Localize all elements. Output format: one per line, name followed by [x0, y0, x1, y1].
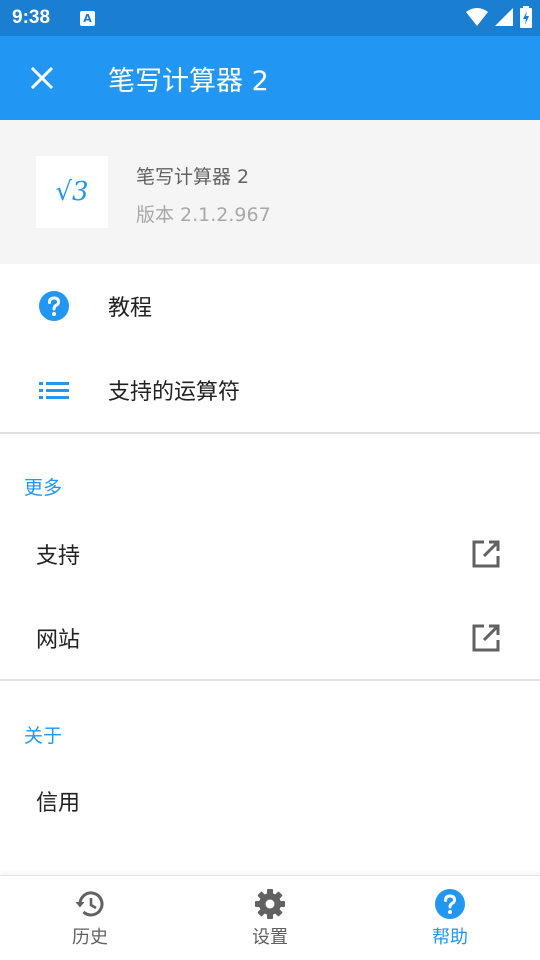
open-in-new-icon: [472, 540, 500, 568]
close-icon: [30, 66, 54, 90]
list-item-tutorial[interactable]: 教程: [0, 264, 540, 348]
list-item-label: 支持的运算符: [108, 380, 241, 405]
gear-icon: [253, 887, 287, 921]
signal-icon: [495, 8, 513, 26]
history-icon: [73, 887, 107, 921]
nav-label: 设置: [252, 927, 288, 948]
close-button[interactable]: [12, 48, 72, 108]
list-item-website[interactable]: 网站: [0, 596, 540, 680]
list-item-credits[interactable]: 信用: [0, 759, 540, 843]
list-item-label: 信用: [36, 791, 81, 816]
list-item-label: 教程: [108, 296, 153, 321]
wifi-icon: [466, 8, 488, 26]
status-indicators: [466, 6, 532, 28]
help-circle-icon: [37, 289, 71, 323]
divider: [0, 679, 540, 681]
nav-label: 帮助: [432, 927, 468, 948]
list-icon: [37, 373, 71, 407]
open-in-new-icon: [472, 624, 500, 652]
nav-history[interactable]: 历史: [0, 876, 180, 960]
list-item-operators[interactable]: 支持的运算符: [0, 348, 540, 432]
nav-help[interactable]: 帮助: [360, 876, 540, 960]
nav-settings[interactable]: 设置: [180, 876, 360, 960]
app-bar: 笔写计算器 2: [0, 36, 540, 120]
app-name: 笔写计算器 2: [136, 166, 250, 188]
battery-icon: [520, 6, 532, 28]
list-item-label: 网站: [36, 628, 81, 653]
status-time: 9:38: [12, 7, 51, 28]
section-title-more: 更多: [24, 477, 63, 499]
page-title: 笔写计算器 2: [108, 65, 269, 97]
nav-label: 历史: [72, 927, 108, 948]
app-logo: √3: [36, 156, 108, 228]
status-bar: 9:38 A: [0, 0, 540, 36]
section-title-about: 关于: [24, 725, 63, 747]
app-version: 版本 2.1.2.967: [136, 204, 271, 226]
help-circle-icon: [433, 887, 467, 921]
list-item-support[interactable]: 支持: [0, 512, 540, 596]
bottom-navigation: 历史 设置 帮助: [0, 875, 540, 960]
app-logo-text: √3: [55, 177, 89, 207]
list-item-label: 支持: [36, 544, 81, 569]
app-info-header: √3 笔写计算器 2 版本 2.1.2.967: [0, 120, 540, 264]
divider: [0, 432, 540, 434]
notification-icon: A: [80, 10, 96, 26]
